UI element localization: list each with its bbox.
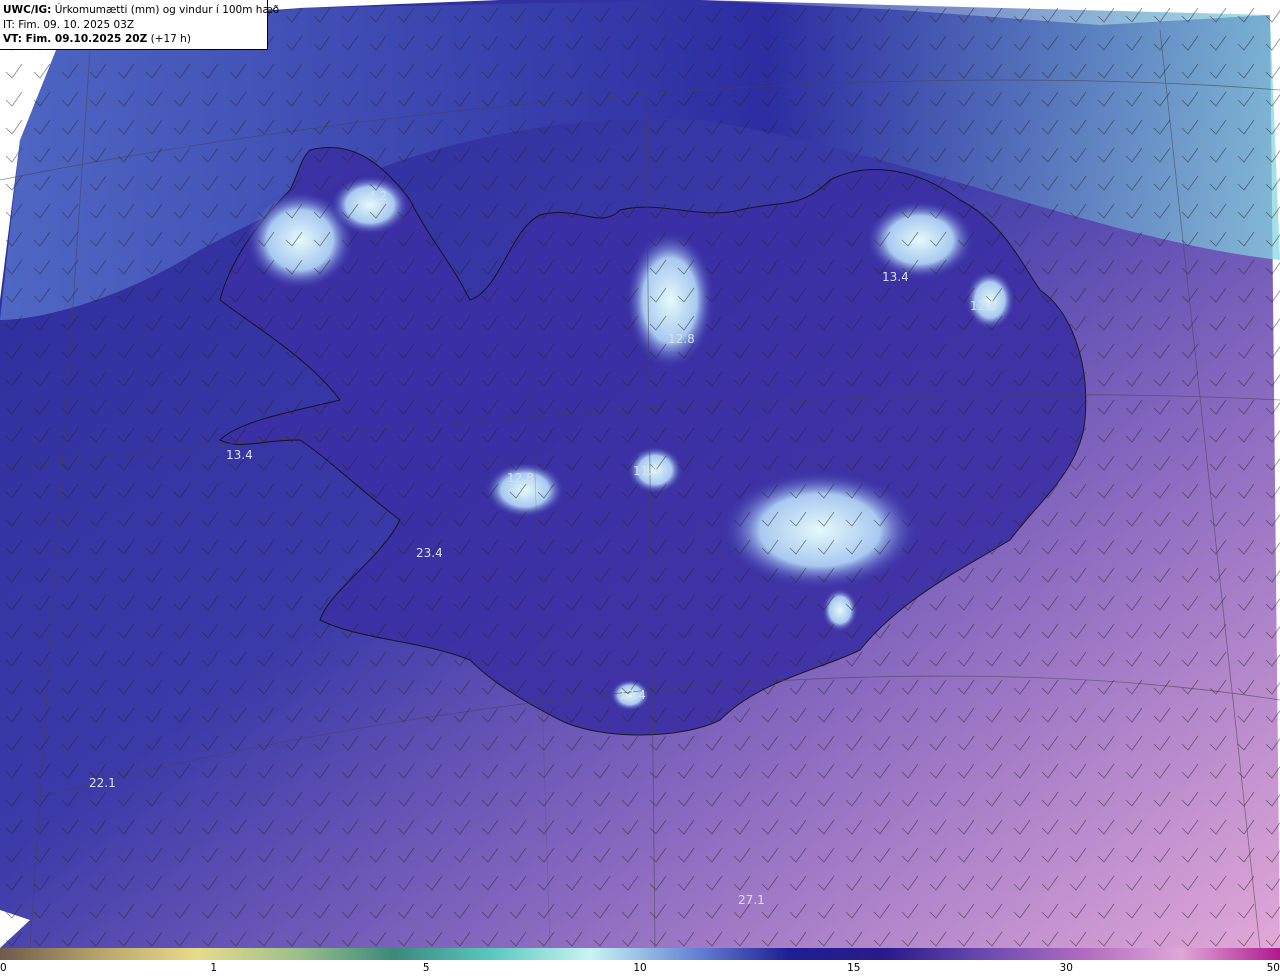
point-label: 22.1 bbox=[89, 776, 116, 790]
point-label: 11.5 bbox=[633, 464, 660, 478]
valid-time-line: VT: Fim. 09.10.2025 20Z (+17 h) bbox=[3, 32, 267, 47]
point-label: 12.8 bbox=[668, 332, 695, 346]
init-time: IT: Fim. 09. 10. 2025 03Z bbox=[3, 18, 135, 31]
map-title: Úrkomumætti (mm) og vindur í 100m hæð bbox=[54, 4, 280, 16]
point-label: 27.1 bbox=[738, 893, 765, 907]
colorbar-tick-label: 50 bbox=[1266, 962, 1280, 974]
point-label: 12.8 bbox=[507, 471, 534, 485]
colorbar-tick-label: 15 bbox=[847, 962, 861, 974]
point-label: 13.4 bbox=[619, 688, 646, 702]
title-line: UWC/IG: Úrkomumætti (mm) og vindur í 100… bbox=[3, 3, 279, 18]
precipitation-map: 4.2 13.4 12.5 12.8 13.4 12.8 11.5 23.4 1… bbox=[0, 0, 1280, 948]
point-label: 12.5 bbox=[970, 299, 997, 313]
colorbar-tick-label: 30 bbox=[1059, 962, 1073, 974]
colorbar-labels: 0 1 5 10 15 30 50 bbox=[0, 962, 1280, 978]
colorbar-tick-label: 10 bbox=[633, 962, 647, 974]
point-label: 13.4 bbox=[882, 270, 909, 284]
valid-time: VT: Fim. 09.10.2025 20Z bbox=[3, 33, 148, 45]
colorbar-gradient bbox=[0, 948, 1280, 960]
forecast-hour: (+17 h) bbox=[150, 33, 191, 45]
colorbar-tick-label: 0 bbox=[0, 962, 7, 974]
colorbar bbox=[0, 948, 1280, 960]
point-label: 4.2 bbox=[368, 189, 387, 203]
point-label: 13.4 bbox=[226, 448, 253, 462]
map-title-box: UWC/IG: Úrkomumætti (mm) og vindur í 100… bbox=[0, 0, 279, 50]
point-label: 23.4 bbox=[416, 546, 443, 560]
product-code: UWC/IG: bbox=[3, 4, 52, 16]
colorbar-tick-label: 1 bbox=[210, 962, 218, 974]
colorbar-tick-label: 5 bbox=[422, 962, 430, 974]
